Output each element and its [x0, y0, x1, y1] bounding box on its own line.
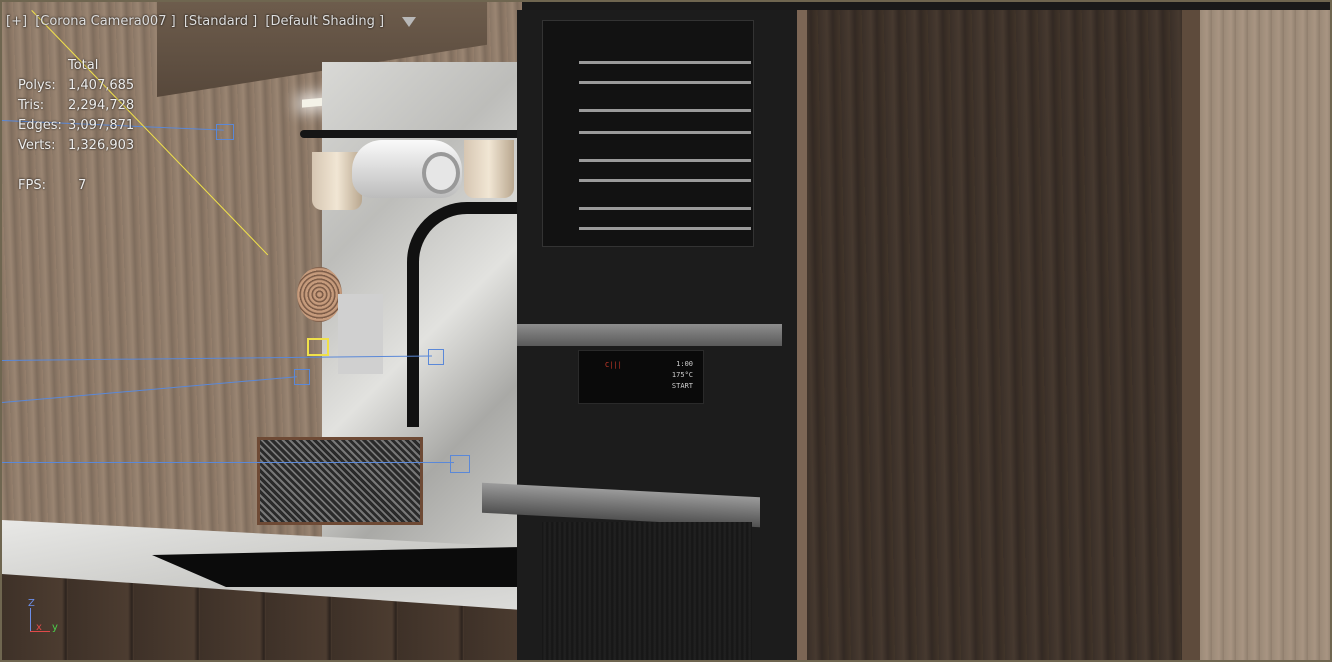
light-gizmo[interactable] [428, 349, 444, 365]
wood-wall-right [1200, 10, 1330, 660]
axis-y-label: y [52, 622, 58, 633]
oven-rack [579, 207, 751, 210]
funnel-icon[interactable] [402, 16, 417, 27]
light-gizmo[interactable] [216, 124, 234, 140]
oven-display-left: C||| [605, 361, 622, 369]
door-edge [1182, 10, 1200, 660]
dark-wood-door [807, 10, 1182, 660]
stat-value: 1,407,685 [68, 78, 135, 93]
stat-row-tris: Tris: 2,294,728 [18, 96, 134, 116]
stats-header: Total [68, 58, 99, 73]
light-gizmo[interactable] [294, 369, 310, 385]
whisk [297, 267, 342, 322]
oven-rack [579, 61, 751, 64]
viewport-menu-plus[interactable]: [+] [6, 14, 27, 29]
axis-tripod: Z x y [22, 598, 64, 638]
viewport-camera-menu[interactable]: [Corona Camera007 ] [35, 14, 176, 29]
oven-display-right: 1:00 175°C START [672, 359, 693, 392]
faucet [407, 202, 527, 427]
stat-row-verts: Verts: 1,326,903 [18, 136, 134, 156]
oven-handle [517, 324, 782, 346]
light-gizmo[interactable] [450, 455, 470, 473]
stat-label: Tris: [18, 98, 45, 113]
mug [464, 140, 514, 198]
hanging-rail [300, 130, 522, 138]
wood-post [797, 10, 807, 660]
oven-rack [579, 131, 751, 134]
fps-label: FPS: [18, 178, 46, 193]
oven-rack [579, 179, 751, 182]
camera-target[interactable] [307, 338, 329, 356]
upper-oven-window [542, 20, 754, 247]
light-wire [2, 462, 454, 463]
paper-towel-roll [352, 140, 462, 198]
oven-display-line: 175°C [671, 371, 693, 379]
oven-control-panel: C||| 1:00 175°C START [578, 350, 704, 404]
viewport-shading-menu[interactable]: [Default Shading ] [265, 14, 384, 29]
oven-rack [579, 227, 751, 230]
stat-row-fps: FPS: 7 [18, 176, 134, 196]
axis-z-label: Z [28, 598, 35, 609]
soap-dispenser [338, 294, 383, 374]
stat-value: 2,294,728 [68, 98, 135, 113]
axis-z-line [30, 608, 31, 632]
fps-value: 7 [78, 178, 87, 193]
oven-display-line: 1:00 [676, 360, 693, 368]
oven-display-line: START [671, 382, 693, 390]
viewport-statistics: Total Polys: 1,407,685 Tris: 2,294,728 E… [18, 56, 134, 196]
lower-oven-window [542, 522, 752, 660]
3d-viewport[interactable]: C||| 1:00 175°C START [+] [Corona Camera… [0, 0, 1332, 662]
oven-rack [579, 159, 751, 162]
stat-row-edges: Edges: 3,097,871 [18, 116, 134, 136]
utensil-basket [257, 437, 423, 525]
axis-x-label: x [36, 622, 42, 633]
paper-roll-core [422, 152, 460, 194]
stat-value: 3,097,871 [68, 118, 135, 133]
viewport-standard-menu[interactable]: [Standard ] [184, 14, 257, 29]
oven-rack [579, 109, 751, 112]
stat-label: Verts: [18, 138, 56, 153]
stat-label: Edges: [18, 118, 62, 133]
stat-row-polys: Polys: 1,407,685 [18, 76, 134, 96]
viewport-label[interactable]: [+] [Corona Camera007 ] [Standard ] [Def… [6, 14, 417, 29]
stat-value: 1,326,903 [68, 138, 135, 153]
oven-rack [579, 81, 751, 84]
stat-label: Polys: [18, 78, 56, 93]
